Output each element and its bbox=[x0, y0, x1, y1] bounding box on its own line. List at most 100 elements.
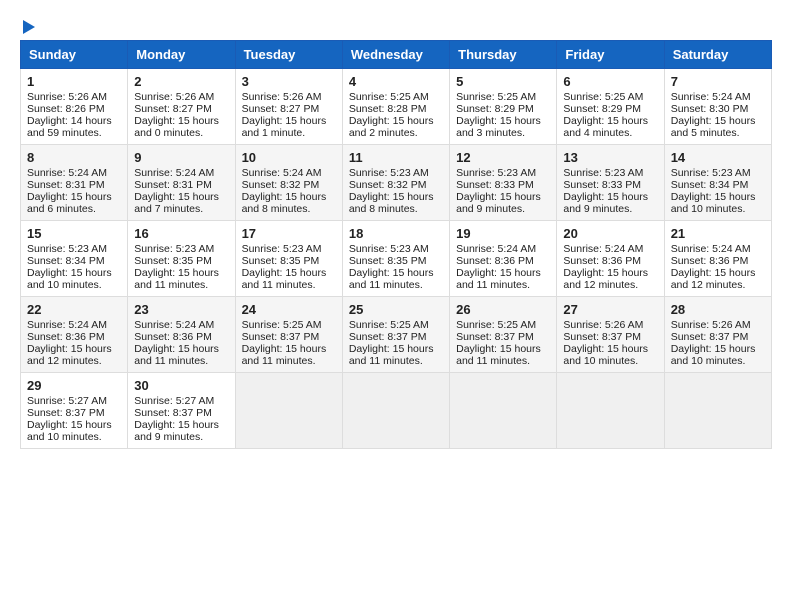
sunset: Sunset: 8:34 PM bbox=[27, 255, 105, 267]
daylight: Daylight: 15 hours and 0 minutes. bbox=[134, 115, 219, 139]
sunset: Sunset: 8:36 PM bbox=[671, 255, 749, 267]
calendar-cell: 1 Sunrise: 5:26 AMSunset: 8:26 PMDaylight… bbox=[21, 69, 128, 145]
daylight: Daylight: 15 hours and 11 minutes. bbox=[242, 343, 327, 367]
sunset: Sunset: 8:37 PM bbox=[27, 407, 105, 419]
sunrise: Sunrise: 5:24 AM bbox=[27, 319, 107, 331]
day-number: 18 bbox=[349, 226, 443, 241]
daylight: Daylight: 15 hours and 10 minutes. bbox=[671, 191, 756, 215]
sunrise: Sunrise: 5:24 AM bbox=[563, 243, 643, 255]
sunrise: Sunrise: 5:23 AM bbox=[134, 243, 214, 255]
calendar-cell: 28Sunrise: 5:26 AMSunset: 8:37 PMDayligh… bbox=[664, 297, 771, 373]
calendar-cell bbox=[664, 373, 771, 449]
calendar-cell: 14Sunrise: 5:23 AMSunset: 8:34 PMDayligh… bbox=[664, 145, 771, 221]
sunset: Sunset: 8:37 PM bbox=[349, 331, 427, 343]
calendar-cell: 21Sunrise: 5:24 AMSunset: 8:36 PMDayligh… bbox=[664, 221, 771, 297]
daylight: Daylight: 15 hours and 11 minutes. bbox=[134, 343, 219, 367]
daylight: Daylight: 15 hours and 5 minutes. bbox=[671, 115, 756, 139]
sunset: Sunset: 8:37 PM bbox=[671, 331, 749, 343]
sunrise: Sunrise: 5:26 AM bbox=[134, 91, 214, 103]
sunset: Sunset: 8:29 PM bbox=[563, 103, 641, 115]
day-number: 16 bbox=[134, 226, 228, 241]
day-number: 1 bbox=[27, 74, 121, 89]
calendar-cell: 12Sunrise: 5:23 AMSunset: 8:33 PMDayligh… bbox=[450, 145, 557, 221]
header-cell-sunday: Sunday bbox=[21, 41, 128, 69]
sunset: Sunset: 8:36 PM bbox=[563, 255, 641, 267]
header-cell-friday: Friday bbox=[557, 41, 664, 69]
sunset: Sunset: 8:31 PM bbox=[27, 179, 105, 191]
sunset: Sunset: 8:35 PM bbox=[242, 255, 320, 267]
sunset: Sunset: 8:26 PM bbox=[27, 103, 105, 115]
day-number: 29 bbox=[27, 378, 121, 393]
daylight: Daylight: 15 hours and 10 minutes. bbox=[27, 267, 112, 291]
calendar-cell: 2Sunrise: 5:26 AMSunset: 8:27 PMDaylight… bbox=[128, 69, 235, 145]
day-number: 3 bbox=[242, 74, 336, 89]
calendar-cell: 13Sunrise: 5:23 AMSunset: 8:33 PMDayligh… bbox=[557, 145, 664, 221]
header-cell-monday: Monday bbox=[128, 41, 235, 69]
week-row-4: 22Sunrise: 5:24 AMSunset: 8:36 PMDayligh… bbox=[21, 297, 772, 373]
calendar-cell: 10Sunrise: 5:24 AMSunset: 8:32 PMDayligh… bbox=[235, 145, 342, 221]
sunrise: Sunrise: 5:24 AM bbox=[671, 243, 751, 255]
sunrise: Sunrise: 5:25 AM bbox=[456, 91, 536, 103]
daylight: Daylight: 15 hours and 10 minutes. bbox=[671, 343, 756, 367]
sunrise: Sunrise: 5:24 AM bbox=[27, 167, 107, 179]
calendar-cell: 24Sunrise: 5:25 AMSunset: 8:37 PMDayligh… bbox=[235, 297, 342, 373]
day-number: 26 bbox=[456, 302, 550, 317]
calendar-body: 1Sunrise: 5:26 AMSunset: 8:26 PMDaylight… bbox=[21, 69, 772, 449]
day-number: 19 bbox=[456, 226, 550, 241]
header-row: SundayMondayTuesdayWednesdayThursdayFrid… bbox=[21, 41, 772, 69]
sunset: Sunset: 8:37 PM bbox=[242, 331, 320, 343]
calendar-cell: 6Sunrise: 5:25 AMSunset: 8:29 PMDaylight… bbox=[557, 69, 664, 145]
daylight: Daylight: 15 hours and 12 minutes. bbox=[27, 343, 112, 367]
calendar-cell: 29Sunrise: 5:27 AMSunset: 8:37 PMDayligh… bbox=[21, 373, 128, 449]
calendar-table: SundayMondayTuesdayWednesdayThursdayFrid… bbox=[20, 40, 772, 449]
daylight: Daylight: 15 hours and 9 minutes. bbox=[563, 191, 648, 215]
daylight: Daylight: 15 hours and 11 minutes. bbox=[456, 343, 541, 367]
sunset: Sunset: 8:31 PM bbox=[134, 179, 212, 191]
calendar-cell: 23Sunrise: 5:24 AMSunset: 8:36 PMDayligh… bbox=[128, 297, 235, 373]
day-number: 4 bbox=[349, 74, 443, 89]
sunrise: Sunrise: 5:25 AM bbox=[349, 91, 429, 103]
calendar-cell: 18Sunrise: 5:23 AMSunset: 8:35 PMDayligh… bbox=[342, 221, 449, 297]
sunrise: Sunrise: 5:23 AM bbox=[242, 243, 322, 255]
sunset: Sunset: 8:36 PM bbox=[27, 331, 105, 343]
calendar-cell: 22 Sunrise: 5:24 AMSunset: 8:36 PMDayligh… bbox=[21, 297, 128, 373]
daylight: Daylight: 15 hours and 1 minute. bbox=[242, 115, 327, 139]
calendar-cell: 19Sunrise: 5:24 AMSunset: 8:36 PMDayligh… bbox=[450, 221, 557, 297]
day-number: 22 bbox=[27, 302, 121, 317]
sunset: Sunset: 8:34 PM bbox=[671, 179, 749, 191]
day-number: 9 bbox=[134, 150, 228, 165]
header-cell-wednesday: Wednesday bbox=[342, 41, 449, 69]
sunset: Sunset: 8:37 PM bbox=[134, 407, 212, 419]
daylight: Daylight: 15 hours and 12 minutes. bbox=[563, 267, 648, 291]
header-cell-tuesday: Tuesday bbox=[235, 41, 342, 69]
day-number: 11 bbox=[349, 150, 443, 165]
sunset: Sunset: 8:30 PM bbox=[671, 103, 749, 115]
calendar-cell: 11Sunrise: 5:23 AMSunset: 8:32 PMDayligh… bbox=[342, 145, 449, 221]
calendar-cell: 17Sunrise: 5:23 AMSunset: 8:35 PMDayligh… bbox=[235, 221, 342, 297]
day-number: 23 bbox=[134, 302, 228, 317]
sunrise: Sunrise: 5:24 AM bbox=[242, 167, 322, 179]
sunrise: Sunrise: 5:23 AM bbox=[349, 167, 429, 179]
sunset: Sunset: 8:33 PM bbox=[563, 179, 641, 191]
daylight: Daylight: 15 hours and 8 minutes. bbox=[242, 191, 327, 215]
daylight: Daylight: 15 hours and 10 minutes. bbox=[27, 419, 112, 443]
week-row-1: 1Sunrise: 5:26 AMSunset: 8:26 PMDaylight… bbox=[21, 69, 772, 145]
sunset: Sunset: 8:37 PM bbox=[456, 331, 534, 343]
day-number: 25 bbox=[349, 302, 443, 317]
sunrise: Sunrise: 5:26 AM bbox=[27, 91, 107, 103]
calendar-header: SundayMondayTuesdayWednesdayThursdayFrid… bbox=[21, 41, 772, 69]
daylight: Daylight: 15 hours and 10 minutes. bbox=[563, 343, 648, 367]
calendar-cell: 26Sunrise: 5:25 AMSunset: 8:37 PMDayligh… bbox=[450, 297, 557, 373]
logo-arrow-icon bbox=[23, 20, 35, 34]
sunrise: Sunrise: 5:27 AM bbox=[134, 395, 214, 407]
sunset: Sunset: 8:35 PM bbox=[349, 255, 427, 267]
header-cell-saturday: Saturday bbox=[664, 41, 771, 69]
week-row-2: 8Sunrise: 5:24 AMSunset: 8:31 PMDaylight… bbox=[21, 145, 772, 221]
daylight: Daylight: 15 hours and 11 minutes. bbox=[456, 267, 541, 291]
day-number: 21 bbox=[671, 226, 765, 241]
sunrise: Sunrise: 5:25 AM bbox=[563, 91, 643, 103]
daylight: Daylight: 15 hours and 9 minutes. bbox=[134, 419, 219, 443]
daylight: Daylight: 14 hours and 59 minutes. bbox=[27, 115, 112, 139]
calendar-cell: 7Sunrise: 5:24 AMSunset: 8:30 PMDaylight… bbox=[664, 69, 771, 145]
sunrise: Sunrise: 5:23 AM bbox=[563, 167, 643, 179]
